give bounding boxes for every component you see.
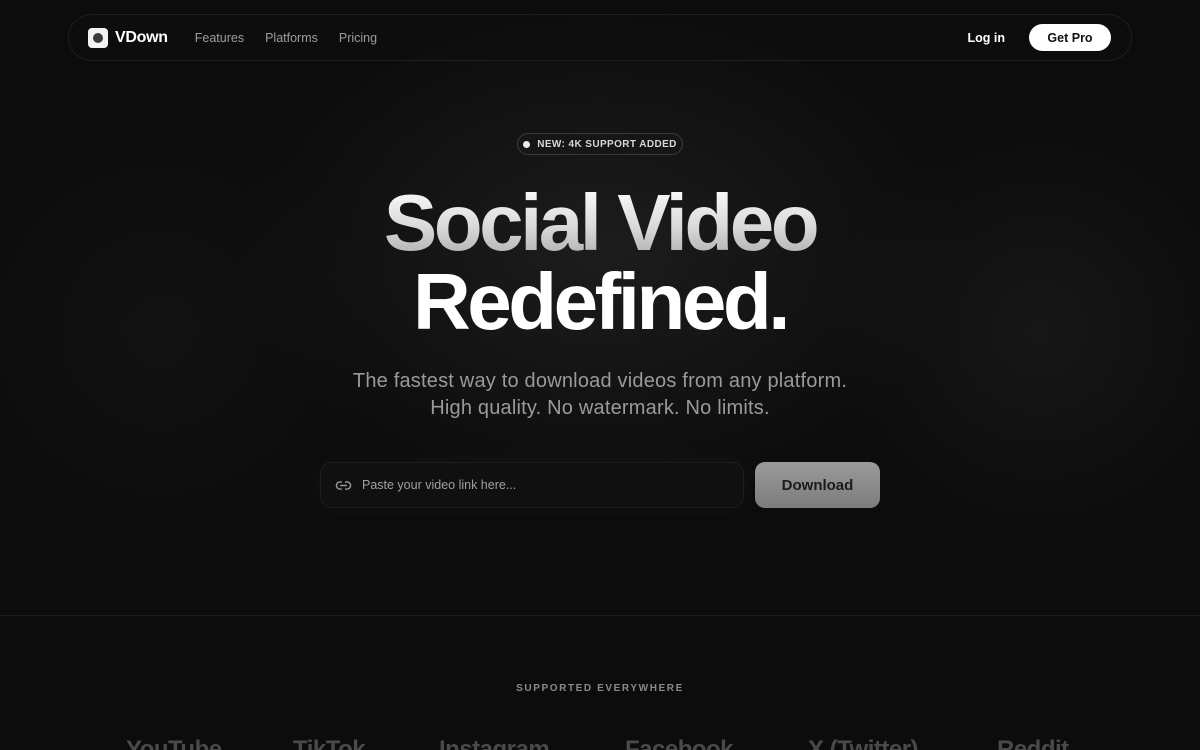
brand-name: VDown: [115, 28, 168, 46]
hero-title-line2: Redefined.: [413, 257, 790, 346]
platform-tiktok: TikTok: [293, 736, 366, 750]
section-divider: [0, 615, 1200, 616]
logo-icon: [88, 27, 108, 48]
nav-link-platforms[interactable]: Platforms: [265, 31, 318, 45]
hero-subtitle-line1: The fastest way to download videos from …: [352, 370, 848, 392]
dot-icon: [523, 140, 531, 148]
get-pro-button[interactable]: Get Pro: [1029, 24, 1111, 51]
platform-facebook: Facebook: [625, 736, 734, 750]
platform-x-twitter: X (Twitter): [808, 736, 919, 750]
link-icon: [334, 476, 352, 494]
page: VDown Features Platforms Pricing Log in …: [0, 0, 1200, 750]
nav-links: Features Platforms Pricing: [195, 31, 377, 45]
nav-actions: Log in Get Pro: [968, 24, 1111, 51]
nav-link-pricing[interactable]: Pricing: [339, 31, 377, 45]
announcement-badge: NEW: 4K SUPPORT ADDED: [517, 133, 683, 155]
platform-instagram: Instagram: [439, 736, 550, 750]
platform-reddit: Reddit: [997, 736, 1069, 750]
top-nav: VDown Features Platforms Pricing Log in …: [68, 14, 1132, 61]
download-button[interactable]: Download: [755, 462, 880, 508]
brand[interactable]: VDown: [88, 27, 168, 48]
video-url-input[interactable]: [362, 463, 743, 507]
supported-heading: SUPPORTED EVERYWHERE: [516, 683, 684, 694]
badge-text: NEW: 4K SUPPORT ADDED: [537, 138, 677, 150]
login-link[interactable]: Log in: [968, 31, 1006, 45]
platform-youtube: YouTube: [126, 736, 222, 750]
nav-link-features[interactable]: Features: [195, 31, 244, 45]
hero-title-line1: Social Video: [0, 183, 1200, 263]
hero-subtitle-line2: High quality. No watermark. No limits.: [430, 397, 770, 419]
url-input-container: [320, 462, 744, 508]
platform-logos: YouTube TikTok Instagram Facebook X (Twi…: [0, 736, 1200, 750]
